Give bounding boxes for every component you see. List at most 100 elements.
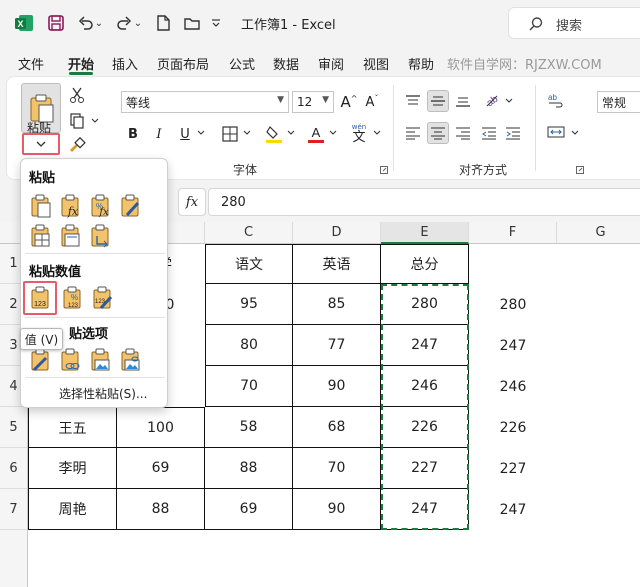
cell-f2[interactable]: 280: [469, 284, 557, 325]
column-header-f[interactable]: F: [469, 222, 557, 244]
italic-button[interactable]: I: [149, 123, 169, 145]
undo-icon[interactable]: [76, 13, 96, 33]
cell-d7[interactable]: 90: [293, 489, 381, 530]
paste-special-menu-item[interactable]: 选择性粘贴(S)...: [59, 385, 147, 402]
search-box[interactable]: 搜索: [508, 7, 640, 39]
tab-home[interactable]: 开始: [68, 54, 94, 73]
cell-c4[interactable]: 70: [205, 366, 293, 407]
align-middle-icon[interactable]: [427, 90, 449, 112]
cell-f3[interactable]: 247: [469, 325, 557, 366]
column-header-g[interactable]: G: [557, 222, 640, 244]
new-file-icon[interactable]: [153, 13, 173, 33]
paste-keep-column-widths-icon[interactable]: [57, 223, 83, 249]
tab-formulas[interactable]: 公式: [229, 54, 255, 73]
cell-c2[interactable]: 95: [205, 284, 293, 325]
number-format-combo[interactable]: 常规: [597, 91, 640, 113]
fill-color-dropdown-icon[interactable]: [285, 127, 297, 139]
align-top-icon[interactable]: [403, 91, 423, 111]
font-size-combo[interactable]: 12 ▼: [292, 91, 334, 113]
cell-a6[interactable]: 李明: [28, 448, 117, 489]
grow-font-button[interactable]: A ^: [339, 91, 359, 113]
formula-input[interactable]: 280: [208, 188, 640, 216]
cell-c1[interactable]: 语文: [205, 244, 293, 284]
tab-data[interactable]: 数据: [273, 54, 299, 73]
tab-page-layout[interactable]: 页面布局: [157, 54, 209, 73]
decrease-indent-icon[interactable]: [479, 123, 499, 143]
wrap-text-icon[interactable]: ab: [545, 89, 567, 111]
cell-f5[interactable]: 226: [469, 407, 557, 448]
paste-formulas-number-format-icon[interactable]: % fx: [87, 193, 113, 219]
font-color-icon[interactable]: A: [305, 121, 327, 147]
tab-view[interactable]: 视图: [363, 54, 389, 73]
cell-f4[interactable]: 246: [469, 366, 557, 407]
open-folder-icon[interactable]: [182, 13, 202, 33]
cell-b5[interactable]: 100: [117, 407, 205, 448]
borders-dropdown-icon[interactable]: [241, 127, 253, 139]
cell-d2[interactable]: 85: [293, 284, 381, 325]
align-left-icon[interactable]: [403, 123, 423, 143]
undo-dropdown-icon[interactable]: ⌄: [94, 13, 104, 33]
align-bottom-icon[interactable]: [453, 91, 473, 111]
cell-f7[interactable]: 247: [469, 489, 557, 530]
paste-picture-icon[interactable]: [87, 347, 113, 373]
format-painter-icon[interactable]: [67, 135, 87, 155]
column-header-e[interactable]: E: [381, 222, 469, 244]
tab-review[interactable]: 审阅: [318, 54, 344, 73]
copy-dropdown-icon[interactable]: [89, 115, 101, 127]
font-dialog-launcher-icon[interactable]: [379, 165, 389, 175]
row-header-8[interactable]: [0, 530, 28, 587]
align-center-icon[interactable]: [427, 122, 449, 144]
paste-transpose-icon[interactable]: [87, 223, 113, 249]
cell-e1[interactable]: 总分: [381, 244, 469, 284]
save-icon[interactable]: [46, 13, 66, 33]
cell-d1[interactable]: 英语: [293, 244, 381, 284]
orientation-dropdown-icon[interactable]: [503, 95, 515, 107]
cell-c3[interactable]: 80: [205, 325, 293, 366]
orientation-icon[interactable]: ab: [481, 89, 503, 111]
alignment-dialog-launcher-icon[interactable]: [575, 165, 585, 175]
cell-d6[interactable]: 70: [293, 448, 381, 489]
row-header-5[interactable]: 5: [0, 407, 28, 448]
redo-dropdown-icon[interactable]: ⌄: [133, 13, 143, 33]
font-color-dropdown-icon[interactable]: [327, 127, 339, 139]
font-name-combo[interactable]: 等线 ▼: [121, 91, 289, 113]
row-header-7[interactable]: 7: [0, 489, 28, 530]
cell-d3[interactable]: 77: [293, 325, 381, 366]
cell-d5[interactable]: 68: [293, 407, 381, 448]
paste-linked-picture-icon[interactable]: [117, 347, 143, 373]
paste-link-icon[interactable]: [57, 347, 83, 373]
underline-dropdown-icon[interactable]: [195, 127, 207, 139]
cell-c5[interactable]: 58: [205, 407, 293, 448]
paste-icon[interactable]: [27, 193, 53, 219]
column-header-d[interactable]: D: [293, 222, 381, 244]
bold-button[interactable]: B: [123, 123, 143, 145]
tab-help[interactable]: 帮助: [408, 54, 434, 73]
align-right-icon[interactable]: [453, 123, 473, 143]
underline-button[interactable]: U: [175, 123, 195, 145]
merge-center-icon[interactable]: [545, 121, 567, 143]
paste-no-borders-icon[interactable]: [27, 223, 53, 249]
fill-color-icon[interactable]: [263, 121, 285, 147]
cell-f6[interactable]: 227: [469, 448, 557, 489]
cell-b7[interactable]: 88: [117, 489, 205, 530]
borders-icon[interactable]: [219, 123, 241, 145]
copy-icon[interactable]: [67, 111, 87, 131]
cell-d4[interactable]: 90: [293, 366, 381, 407]
paste-formatting-icon[interactable]: [27, 347, 53, 373]
insert-function-button[interactable]: fx: [178, 188, 206, 216]
cut-icon[interactable]: [67, 85, 87, 105]
redo-icon[interactable]: [114, 13, 134, 33]
cell-c7[interactable]: 69: [205, 489, 293, 530]
paste-values-number-format-icon[interactable]: % 123: [59, 285, 85, 311]
phonetic-guide-button[interactable]: wén 文: [347, 121, 371, 147]
shrink-font-button[interactable]: Aˇ: [362, 91, 382, 113]
cell-a5[interactable]: 王五: [28, 407, 117, 448]
cell-c6[interactable]: 88: [205, 448, 293, 489]
row-header-6[interactable]: 6: [0, 448, 28, 489]
customize-toolbar-icon[interactable]: [206, 13, 226, 33]
column-header-c[interactable]: C: [205, 222, 293, 244]
tab-file[interactable]: 文件: [18, 54, 44, 73]
paste-formulas-icon[interactable]: fx: [57, 193, 83, 219]
phonetic-dropdown-icon[interactable]: [371, 127, 383, 139]
cell-a7[interactable]: 周艳: [28, 489, 117, 530]
